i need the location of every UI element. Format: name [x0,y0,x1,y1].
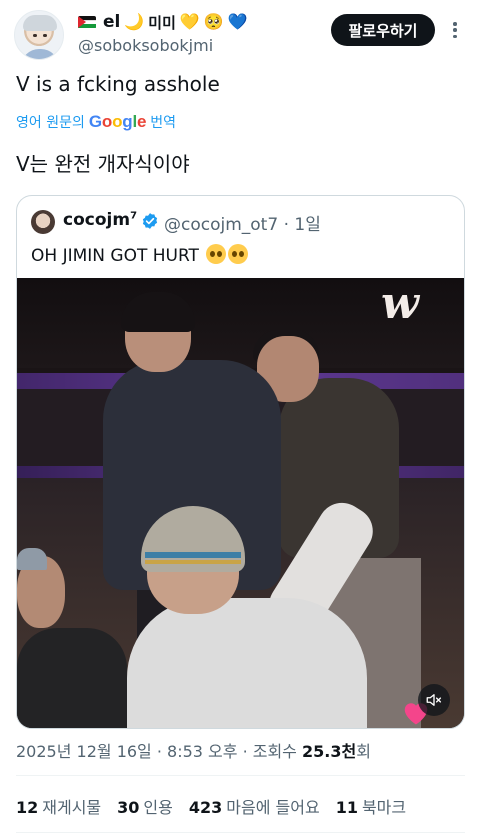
quoted-text: OH JIMIN GOT HURT [31,244,249,266]
bookmarks-stat[interactable]: 11 북마크 [336,794,406,818]
pleading-face-emoji [228,244,249,264]
quoted-handle-time[interactable]: @cocojm_ot7 · 1일 [164,210,321,235]
verified-icon [142,213,158,229]
tweet-header: el 🌙 미미 💛 🥺 💙 @soboksobokjmi 팔로우하기 [0,0,480,64]
author-name-row[interactable]: el 🌙 미미 💛 🥺 💙 [78,10,248,34]
views-count: 25.3천 [302,742,357,761]
quoted-video[interactable]: w [17,278,464,728]
blue-heart-emoji: 💙 [227,12,248,31]
video-watermark-logo: w [381,278,419,329]
engagement-stats: 12 재게시물 30 인용 423 마음에 들어요 11 북마크 [16,794,406,818]
moon-emoji: 🌙 [124,12,145,31]
author-name-korean: 미미 [148,13,176,32]
translated-text: V는 완전 개자식이야 [16,152,190,176]
author-avatar[interactable] [14,10,64,60]
author-name[interactable]: el [103,12,120,32]
tweet-text: V is a fcking asshole [16,72,220,96]
mute-button[interactable] [418,684,450,716]
divider [16,775,465,776]
translate-suffix: 번역 [150,115,177,131]
tweet-metadata: 2025년 12월 16일 · 8:53 오후 · 조회수 25.3천회 [16,738,371,762]
translate-prefix: 영어 원문의 [16,115,85,131]
yellow-heart-emoji: 💛 [179,12,200,31]
quoted-author-avatar[interactable] [31,210,55,234]
quoted-author-name[interactable]: cocojm7 [63,210,137,230]
retweets-stat[interactable]: 12 재게시물 [16,794,101,818]
translation-attribution[interactable]: 영어 원문의 Google 번역 [16,112,176,132]
post-date-time[interactable]: 2025년 12월 16일 · 8:53 오후 · 조회수 [16,742,302,761]
pleading-face-emoji: 🥺 [203,12,224,31]
flag-icon [78,15,96,29]
more-icon[interactable] [448,19,462,41]
likes-stat[interactable]: 423 마음에 들어요 [189,794,320,818]
pleading-face-emoji [206,244,227,264]
divider [16,832,465,833]
author-handle[interactable]: @soboksobokjmi [78,36,213,55]
views-label: 회 [356,742,371,761]
google-logo: Google [88,112,147,131]
follow-button[interactable]: 팔로우하기 [331,14,435,46]
mute-icon [426,694,442,706]
quotes-stat[interactable]: 30 인용 [117,794,173,818]
quoted-tweet[interactable]: cocojm7 @cocojm_ot7 · 1일 OH JIMIN GOT HU… [16,195,465,729]
